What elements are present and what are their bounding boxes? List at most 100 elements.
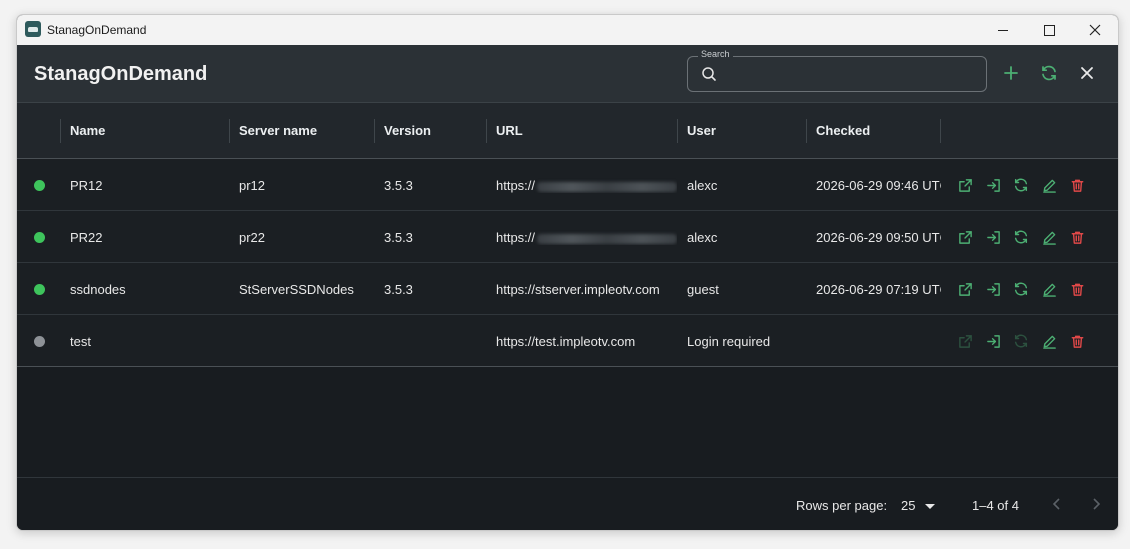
edit-button[interactable] [1039,227,1059,247]
cell-name: PR12 [70,178,103,193]
cell-url: https:// [496,230,677,245]
delete-button[interactable] [1067,175,1087,195]
delete-icon [1071,179,1083,192]
cell-checked: 2026-06-29 07:19 UTC [816,282,941,297]
delete-button[interactable] [1067,227,1087,247]
previous-page-button[interactable] [1047,494,1067,514]
table-row[interactable]: test https://test.impleotv.com Login requi… [17,315,1118,367]
external-link-icon [958,282,972,296]
edit-icon [1042,231,1056,245]
status-indicator [34,336,45,347]
column-header-name[interactable]: Name [70,123,105,138]
open-server-button[interactable] [955,175,975,195]
refresh-all-button[interactable] [1039,63,1059,83]
table-row[interactable]: PR12 pr12 3.5.3 https:// alexc 2026-06-29 09:… [17,159,1118,211]
column-divider[interactable] [677,119,678,143]
window-close-button[interactable] [1072,15,1118,45]
app-window: StanagOnDemand StanagOnDemand Search Nam… [16,14,1119,531]
open-server-button[interactable] [955,331,975,351]
column-header-checked[interactable]: Checked [816,123,870,138]
add-server-button[interactable] [1001,63,1021,83]
sync-button[interactable] [1011,227,1031,247]
table-row[interactable]: PR22 pr22 3.5.3 https:// alexc 2026-06-29 09:… [17,211,1118,263]
column-divider[interactable] [940,119,941,143]
cell-user: Login required [687,334,771,349]
sync-button[interactable] [1011,331,1031,351]
column-divider[interactable] [806,119,807,143]
login-button[interactable] [983,331,1003,351]
app-logo-icon [25,21,41,37]
minimize-button[interactable] [980,15,1026,45]
app-title: StanagOnDemand [34,63,208,85]
rows-per-page-select[interactable]: 25 [901,496,941,514]
cell-name: PR22 [70,230,103,245]
search-box[interactable]: Search [687,49,987,92]
cell-user: guest [687,282,719,297]
table-header: Name Server name Version URL User Checke… [17,103,1118,159]
login-button[interactable] [983,279,1003,299]
close-panel-button[interactable] [1077,63,1097,83]
column-header-server-name[interactable]: Server name [239,123,317,138]
sync-icon [1014,282,1028,296]
sync-button[interactable] [1011,279,1031,299]
open-server-button[interactable] [955,279,975,299]
column-header-url[interactable]: URL [496,123,523,138]
cell-url: https:// [496,178,677,193]
table-body: PR12 pr12 3.5.3 https:// alexc 2026-06-29 09:… [17,159,1118,367]
external-link-icon [958,178,972,192]
cell-checked: 2026-06-29 09:50 UTC [816,230,941,245]
delete-icon [1071,283,1083,296]
login-button[interactable] [983,227,1003,247]
login-icon [986,178,1000,192]
delete-button[interactable] [1067,279,1087,299]
maximize-icon [1043,24,1055,36]
chevron-left-icon [1052,498,1060,510]
open-server-button[interactable] [955,227,975,247]
edit-button[interactable] [1039,331,1059,351]
cell-checked: 2026-06-29 09:46 UTC [816,178,941,193]
sync-button[interactable] [1011,175,1031,195]
url-text: https://stserver.impleotv.com [496,282,660,297]
close-icon [1081,67,1093,79]
external-link-icon [958,230,972,244]
search-input[interactable] [726,63,980,87]
cell-name: test [70,334,91,349]
status-indicator [34,232,45,243]
window-title: StanagOnDemand [47,23,147,37]
app-header: StanagOnDemand Search [17,45,1118,103]
edit-button[interactable] [1039,279,1059,299]
delete-button[interactable] [1067,331,1087,351]
login-icon [986,282,1000,296]
next-page-button[interactable] [1086,494,1106,514]
rows-per-page-label: Rows per page: [796,498,888,513]
refresh-icon [1042,65,1056,81]
column-header-version[interactable]: Version [384,123,431,138]
sync-icon [1014,334,1028,348]
maximize-button[interactable] [1026,15,1072,45]
status-indicator [34,284,45,295]
minimize-icon [998,29,1008,31]
column-divider[interactable] [229,119,230,143]
column-divider[interactable] [60,119,61,143]
login-icon [986,334,1000,348]
sync-icon [1014,178,1028,192]
chevron-right-icon [1093,498,1101,510]
rows-per-page-value: 25 [901,498,916,513]
column-divider[interactable] [486,119,487,143]
login-button[interactable] [983,175,1003,195]
url-text: https:// [496,178,536,193]
column-header-user[interactable]: User [687,123,716,138]
cell-url: https://stserver.impleotv.com [496,282,677,297]
sync-icon [1014,230,1028,244]
cell-user: alexc [687,178,718,193]
cell-server-name: StServerSSDNodes [239,282,354,297]
cell-version: 3.5.3 [384,282,413,297]
window-close-icon [1089,24,1101,36]
status-indicator [34,180,45,191]
search-icon [702,67,716,81]
cell-url: https://test.impleotv.com [496,334,677,349]
table-row[interactable]: ssdnodes StServerSSDNodes 3.5.3 https://sts… [17,263,1118,315]
edit-button[interactable] [1039,175,1059,195]
column-divider[interactable] [374,119,375,143]
cell-server-name: pr12 [239,178,266,193]
